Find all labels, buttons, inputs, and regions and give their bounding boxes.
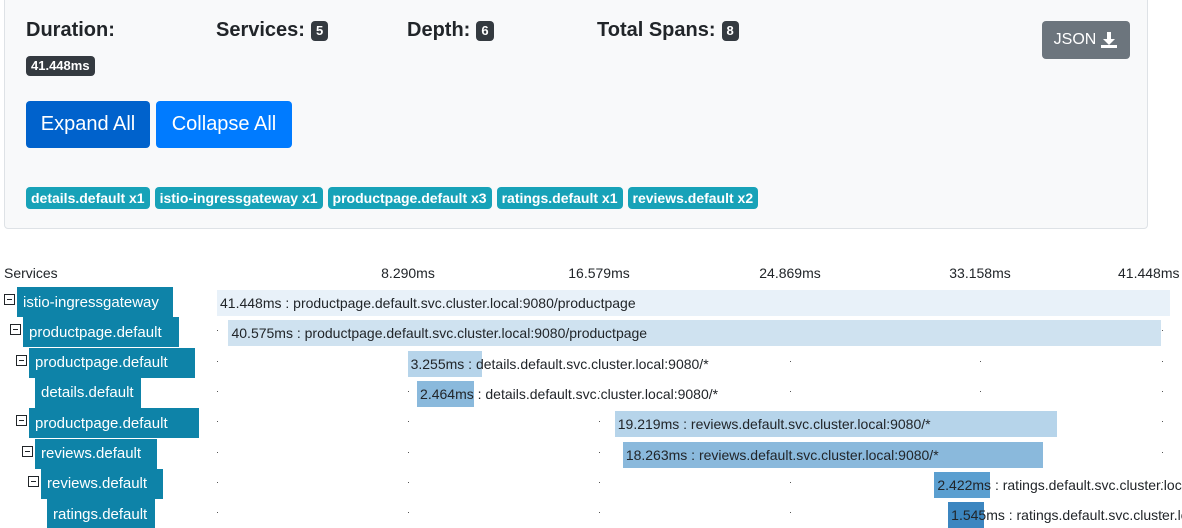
service-tag-productpage: productpage.default x3 bbox=[327, 187, 492, 209]
collapse-toggle-icon[interactable] bbox=[28, 475, 39, 487]
collapse-all-button[interactable]: Collapse All bbox=[156, 101, 292, 148]
span-duration-label: 3.255ms : details.default.svc.cluster.lo… bbox=[410, 355, 709, 372]
total-spans-stat: Total Spans: 8 bbox=[597, 19, 739, 42]
grid-dot bbox=[217, 481, 218, 483]
grid-dot bbox=[980, 390, 981, 392]
service-label[interactable]: reviews.default bbox=[41, 468, 163, 499]
trace-summary-panel: Duration: 41.448ms Services: 5 Depth: 6 … bbox=[4, 0, 1148, 229]
collapse-toggle-icon[interactable] bbox=[4, 294, 15, 305]
service-label[interactable]: productpage.default bbox=[29, 347, 195, 378]
grid-dot bbox=[980, 360, 981, 362]
service-label[interactable]: details.default bbox=[35, 377, 141, 408]
duration-stat: Duration: bbox=[26, 19, 115, 42]
grid-dot bbox=[217, 421, 218, 423]
span-row: productpage.default 3.255ms : details.def… bbox=[0, 347, 1182, 378]
grid-dot bbox=[1162, 360, 1163, 362]
services-column-header: Services bbox=[4, 265, 58, 281]
grid-dot bbox=[599, 421, 600, 423]
span-duration-label: 1.545ms : ratings.default.svc.cluster.lo… bbox=[951, 507, 1182, 524]
grid-dot bbox=[217, 512, 218, 514]
service-tag-ratings: ratings.default x1 bbox=[496, 187, 623, 209]
collapse-toggle-icon[interactable] bbox=[16, 354, 27, 366]
grid-dot bbox=[599, 451, 600, 453]
span-row: reviews.default 2.422ms : ratings.default… bbox=[0, 468, 1182, 499]
total-spans-label: Total Spans: bbox=[597, 19, 716, 41]
grid-dot bbox=[599, 512, 600, 514]
service-tag-reviews: reviews.default x2 bbox=[627, 187, 759, 209]
span-row: details.default 2.464ms : details.default… bbox=[0, 377, 1182, 408]
grid-dot bbox=[790, 390, 791, 392]
service-tags: details.default x1 istio-ingressgateway … bbox=[26, 187, 759, 209]
grid-dot bbox=[217, 330, 218, 332]
grid-dot bbox=[1162, 421, 1163, 423]
time-tick-label: 33.158ms bbox=[949, 265, 1011, 281]
span-duration-label: 40.575ms : productpage.default.svc.clust… bbox=[231, 325, 648, 342]
grid-dot bbox=[408, 451, 409, 453]
depth-stat: Depth: 6 bbox=[407, 19, 494, 42]
grid-dot bbox=[408, 512, 409, 514]
service-label[interactable]: reviews.default bbox=[35, 438, 157, 469]
total-spans-badge: 8 bbox=[721, 20, 739, 41]
expand-all-button[interactable]: Expand All bbox=[26, 101, 150, 148]
grid-dot bbox=[408, 481, 409, 483]
grid-dot bbox=[790, 360, 791, 362]
service-tag-istio-ingressgateway: istio-ingressgateway x1 bbox=[154, 187, 323, 209]
grid-dot bbox=[1162, 330, 1163, 332]
span-duration-label: 2.464ms : details.default.svc.cluster.lo… bbox=[420, 385, 719, 402]
service-label[interactable]: productpage.default bbox=[23, 317, 179, 348]
grid-dot bbox=[790, 481, 791, 483]
collapse-toggle-icon[interactable] bbox=[16, 415, 27, 427]
depth-label: Depth: bbox=[407, 19, 471, 41]
service-label[interactable]: ratings.default bbox=[47, 499, 155, 528]
grid-dot bbox=[1162, 390, 1163, 392]
span-duration-label: 2.422ms : ratings.default.svc.cluster.lo… bbox=[937, 476, 1182, 493]
grid-dot bbox=[599, 481, 600, 483]
duration-badge: 41.448ms bbox=[26, 56, 95, 76]
download-icon bbox=[1101, 32, 1118, 48]
span-duration-label: 18.263ms : reviews.default.svc.cluster.l… bbox=[625, 446, 939, 463]
duration-label: Duration: bbox=[26, 19, 115, 41]
grid-dot bbox=[408, 390, 409, 392]
time-tick-label: 24.869ms bbox=[759, 265, 821, 281]
grid-dot bbox=[217, 451, 218, 453]
span-row: reviews.default 18.263ms : reviews.defaul… bbox=[0, 438, 1182, 469]
service-label[interactable]: productpage.default bbox=[29, 408, 199, 439]
service-tag-details: details.default x1 bbox=[26, 187, 150, 209]
collapse-toggle-icon[interactable] bbox=[10, 324, 21, 336]
grid-dot bbox=[790, 512, 791, 514]
span-row: istio-ingressgateway 41.448ms : productpa… bbox=[0, 287, 1182, 317]
json-download-button[interactable]: JSON bbox=[1042, 21, 1130, 59]
time-tick-label: 8.290ms bbox=[381, 265, 435, 281]
span-row: ratings.default 1.545ms : ratings.default… bbox=[0, 499, 1182, 528]
span-row: productpage.default 40.575ms : productpag… bbox=[0, 317, 1182, 348]
grid-dot bbox=[217, 390, 218, 392]
service-label[interactable]: istio-ingressgateway bbox=[17, 287, 173, 317]
services-badge: 5 bbox=[310, 20, 329, 41]
services-label: Services: bbox=[216, 19, 305, 41]
json-button-label: JSON bbox=[1053, 31, 1097, 48]
grid-dot bbox=[408, 421, 409, 423]
collapse-toggle-icon[interactable] bbox=[22, 445, 33, 457]
span-duration-label: 41.448ms : productpage.default.svc.clust… bbox=[220, 295, 636, 311]
grid-dot bbox=[1162, 451, 1163, 453]
span-row: productpage.default 19.219ms : reviews.de… bbox=[0, 408, 1182, 439]
time-tick-label: 16.579ms bbox=[568, 265, 630, 281]
services-stat: Services: 5 bbox=[216, 19, 329, 42]
grid-dot bbox=[217, 360, 218, 362]
time-tick-label: 41.448ms bbox=[1118, 265, 1180, 281]
depth-badge: 6 bbox=[476, 20, 494, 41]
trace-timeline: Services 8.290ms 16.579ms 24.869ms 33.158ms… bbox=[0, 255, 1182, 528]
span-duration-label: 19.219ms : reviews.default.svc.cluster.l… bbox=[617, 416, 931, 433]
